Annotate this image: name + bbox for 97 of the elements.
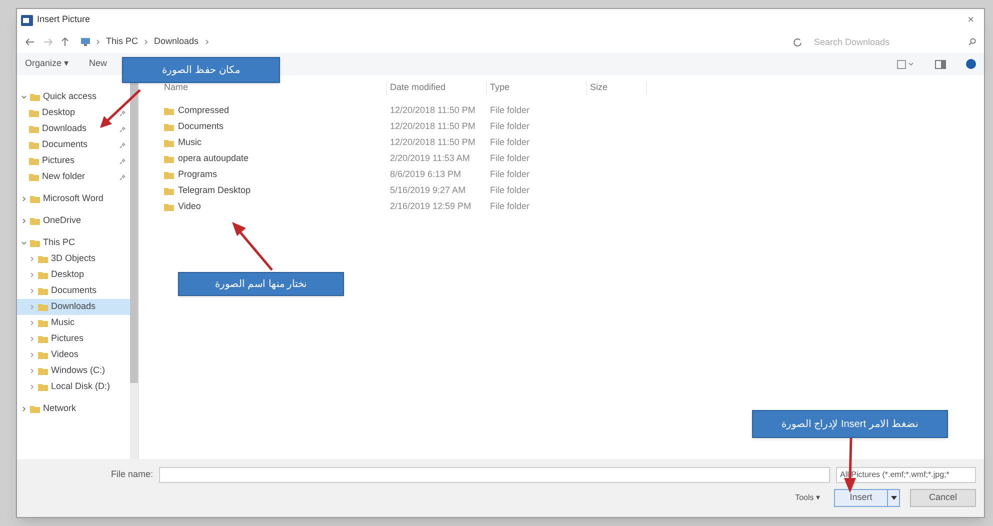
table-cell-text: 2/16/2019 12:59 PM (389, 200, 472, 214)
annotation-tooltip: نختار منها اسم الصورة (178, 272, 344, 296)
chevron-icon[interactable] (21, 406, 27, 412)
chevron-icon[interactable] (29, 384, 35, 390)
tree-item[interactable]: Local Disk (D:) (17, 379, 130, 395)
column-header[interactable]: Type (487, 81, 587, 95)
file-name[interactable]: opera autoupdate (178, 152, 249, 166)
table-cell-text: 8/6/2019 6:13 PM (389, 168, 462, 182)
table-cell-text: File folder (489, 120, 531, 134)
pin-icon[interactable] (119, 158, 126, 164)
search-icon[interactable] (968, 38, 976, 46)
file-name[interactable]: Documents (178, 120, 224, 134)
annotation-tooltip: نضغط الامر Insert لإدراج الصورة (752, 410, 948, 438)
file-name[interactable]: Music (178, 136, 202, 150)
cancel-button[interactable]: Cancel (910, 489, 976, 507)
table-cell-text: File folder (489, 200, 531, 214)
tree-item[interactable]: 3D Objects (17, 251, 130, 267)
chevron-icon[interactable] (21, 196, 27, 202)
tree-item[interactable]: Music (17, 315, 130, 331)
tree-item[interactable]: Pictures (17, 331, 130, 347)
tree-item[interactable]: This PC (17, 235, 130, 251)
chevron-icon[interactable] (29, 272, 35, 278)
table-cell-text: 12/20/2018 11:50 PM (389, 120, 476, 134)
back-arrow-icon[interactable] (25, 38, 35, 46)
chevron-icon[interactable] (29, 336, 35, 342)
forward-arrow-icon[interactable] (43, 38, 53, 46)
breadcrumb-item[interactable]: Downloads (154, 35, 199, 49)
pin-icon[interactable] (119, 174, 126, 180)
insert-dropdown-button[interactable] (888, 489, 900, 507)
folder-icon (30, 217, 40, 225)
pointer-arrow (98, 88, 142, 130)
tree-item[interactable]: New folder (17, 169, 130, 185)
file-name[interactable]: Telegram Desktop (178, 184, 251, 198)
chevron-icon[interactable] (21, 94, 27, 100)
folder-icon (30, 405, 40, 413)
table-cell-text: File folder (489, 152, 531, 166)
toolbar-button[interactable]: Organize ▾ (25, 57, 70, 71)
column-header[interactable]: Date modified (387, 81, 487, 95)
breadcrumb-item[interactable]: This PC (106, 35, 138, 49)
tree-item[interactable]: Videos (17, 347, 130, 363)
folder-icon (30, 195, 40, 203)
chevron-icon[interactable] (204, 39, 210, 45)
caret-icon (890, 496, 896, 500)
chevron-icon[interactable] (29, 320, 35, 326)
table-cell-text: 5/16/2019 9:27 AM (389, 184, 467, 198)
tree-item[interactable]: OneDrive (17, 213, 130, 229)
file-name-label: File name: (110, 468, 153, 482)
annotation-tooltip: مكان حفظ الصورة (122, 57, 280, 83)
toolbar-button[interactable]: New (89, 57, 108, 71)
chevron-icon[interactable] (143, 39, 150, 45)
chevron-icon[interactable] (95, 39, 101, 45)
preview-pane-icon[interactable] (935, 60, 946, 68)
pin-icon[interactable] (119, 126, 126, 132)
table-cell-text: 2/20/2019 11:53 AM (389, 152, 471, 166)
pin-icon[interactable] (119, 142, 126, 148)
chevron-icon[interactable] (29, 256, 35, 262)
window-title: Insert Picture (37, 13, 90, 26)
help-icon[interactable] (966, 59, 976, 69)
column-header[interactable]: Size (587, 81, 647, 95)
tools-button[interactable]: Tools ▾ (791, 492, 824, 504)
app-icon (21, 14, 33, 26)
tree-item[interactable]: Pictures (17, 153, 130, 169)
table-cell-text: 12/20/2018 11:50 PM (389, 104, 476, 118)
chevron-icon[interactable] (21, 218, 27, 224)
tree-item[interactable]: Windows (C:) (17, 363, 130, 379)
pin-icon[interactable] (119, 110, 126, 116)
table-cell-text: File folder (489, 168, 531, 182)
tree-item[interactable]: Quick access (17, 89, 130, 105)
insert-button[interactable]: Insert (834, 489, 888, 507)
file-name[interactable]: Compressed (178, 104, 230, 118)
chevron-icon[interactable] (21, 240, 27, 246)
file-name[interactable]: Programs (178, 168, 218, 182)
view-options-icon[interactable] (897, 60, 915, 68)
chevron-icon[interactable] (29, 352, 35, 358)
chevron-icon[interactable] (29, 304, 35, 310)
file-name-field[interactable] (159, 467, 830, 483)
table-cell-text: File folder (489, 136, 531, 150)
chevron-icon[interactable] (29, 368, 35, 374)
search-field[interactable]: Search Downloads (810, 33, 960, 51)
tree-item[interactable]: Network (17, 401, 130, 417)
tree-item[interactable]: Desktop (17, 267, 130, 283)
computer-icon (81, 38, 90, 46)
table-cell-text: File folder (489, 104, 531, 118)
table-cell-text: 12/20/2018 11:50 PM (389, 136, 476, 150)
up-arrow-icon[interactable] (61, 37, 69, 47)
file-name[interactable]: Video (178, 200, 201, 214)
tree-item[interactable]: Documents (17, 283, 130, 299)
table-cell-text: File folder (489, 184, 531, 198)
refresh-icon[interactable] (793, 38, 802, 46)
file-type-dropdown[interactable]: All Pictures (*.emf;*.wmf;*.jpg;* (836, 467, 976, 483)
tree-item[interactable]: Documents (17, 137, 130, 153)
chevron-icon[interactable] (29, 288, 35, 294)
close-button[interactable]: × (962, 12, 980, 28)
tree-item[interactable]: Downloads (17, 299, 130, 315)
tree-item[interactable]: Downloads (17, 121, 130, 137)
tree-item[interactable]: Desktop (17, 105, 130, 121)
tree-item[interactable]: Microsoft Word (17, 191, 130, 207)
